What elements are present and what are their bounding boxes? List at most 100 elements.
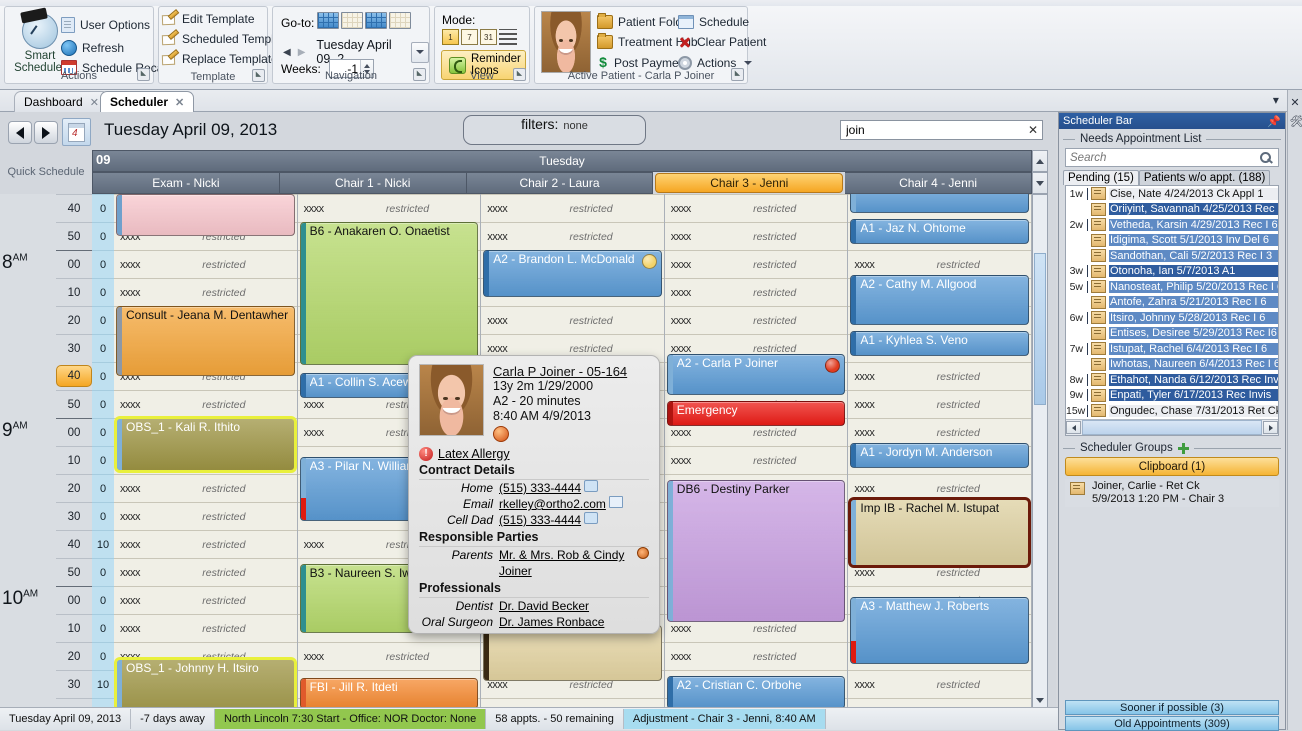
empty-slot[interactable]: xxxx restricted [114, 530, 297, 558]
list-horizontal-scrollbar[interactable] [1066, 419, 1278, 435]
column-header-1[interactable]: Chair 1 - Nicki [279, 172, 467, 194]
clipboard-item[interactable]: Joiner, Carlie - Ret Ck 5/9/2013 1:20 PM … [1065, 479, 1279, 507]
list-item[interactable]: Idigima, Scott 5/1/2013 Inv Del 6 [1066, 233, 1278, 249]
list-item[interactable]: Oriiyint, Savannah 4/25/2013 Rec I 3 [1066, 202, 1278, 218]
empty-slot[interactable]: xxxx restricted [664, 642, 848, 670]
scroll-right-button[interactable] [1263, 421, 1278, 434]
empty-slot[interactable]: xxxx restricted [848, 390, 1031, 418]
contact-0-value[interactable]: (515) 333-4444 [499, 480, 581, 496]
column-header-0[interactable]: Exam - Nicki [92, 172, 280, 194]
family-icon[interactable] [636, 547, 649, 559]
dock-tools-icon[interactable]: 🛠 [1290, 115, 1302, 128]
refresh-button[interactable]: Refresh [61, 40, 124, 56]
empty-slot[interactable]: xxxx restricted [664, 222, 848, 250]
mail-icon[interactable] [608, 496, 623, 508]
column-header-4[interactable]: Chair 4 - Jenni [845, 172, 1032, 194]
list-item[interactable]: 2w Vetheda, Karsin 4/29/2013 Rec I 6 [1066, 217, 1278, 233]
list-item[interactable]: 9w Enpati, Tyler 6/17/2013 Rec Invis [1066, 388, 1278, 404]
appointment-reminder-icon[interactable] [825, 357, 841, 373]
empty-slot[interactable]: xxxx restricted [848, 670, 1031, 698]
appointment-block[interactable]: Imp IB - Rachel M. Istupat [850, 499, 1029, 567]
appointment-reminder-icon[interactable] [641, 254, 657, 269]
appointment-block[interactable]: A2 - Cathy M. Allgood [850, 275, 1029, 326]
column-header-2[interactable]: Chair 2 - Laura [466, 172, 654, 194]
appointment-block[interactable]: OBS_1 - Johnny H. Itsiro [116, 658, 295, 708]
tab-dashboard[interactable]: Dashboard ✕ [14, 91, 109, 112]
appointment-block[interactable]: A2 - Cristian C. Orbohe [666, 675, 846, 708]
empty-slot[interactable]: xxxx restricted [297, 642, 481, 670]
grid-scrollbar-thumb[interactable] [1034, 253, 1046, 405]
add-group-icon[interactable] [1177, 442, 1189, 454]
needs-appointment-list[interactable]: 1w Cise, Nate 4/24/2013 Ck Appl 1 Oriiyint… [1065, 185, 1279, 436]
popup-alert-row[interactable]: ! Latex Allergy [419, 447, 649, 461]
empty-slot[interactable]: xxxx restricted [848, 250, 1031, 278]
list-item[interactable]: 5w Nanosteat, Philip 5/20/2013 Rec I 6 [1066, 279, 1278, 295]
empty-slot[interactable]: xxxx restricted [114, 614, 297, 642]
subtab-1[interactable]: Patients w/o appt. (188) [1138, 170, 1271, 185]
time-slot-50[interactable]: 50 [56, 558, 92, 586]
empty-slot[interactable]: xxxx restricted [297, 194, 481, 222]
sidebar-search[interactable] [1065, 148, 1279, 167]
clear-search-icon[interactable]: ✕ [1024, 123, 1042, 137]
goto-view-list-icon[interactable] [389, 12, 411, 29]
time-slot-30[interactable]: 30 [56, 334, 92, 362]
time-slot-40[interactable]: 40 [56, 365, 92, 387]
time-slot-10[interactable]: 10 [56, 614, 92, 642]
tab-dashboard-close-icon[interactable]: ✕ [90, 96, 99, 109]
list-item[interactable]: 6w Itsiro, Johnny 5/28/2013 Rec I 6 [1066, 310, 1278, 326]
empty-slot[interactable]: xxxx restricted [848, 362, 1031, 390]
time-slot-20[interactable]: 20 [56, 642, 92, 670]
time-slot-50[interactable]: 50 [56, 390, 92, 418]
time-slot-40[interactable]: 40 [56, 530, 92, 558]
appointment-block[interactable]: FBI - Jill R. Itdeti [299, 678, 479, 708]
appointment-block[interactable]: OBS_1 - Kali R. Ithito [116, 418, 295, 471]
empty-slot[interactable]: xxxx restricted [114, 502, 297, 530]
time-slot-10[interactable]: 10 [56, 446, 92, 474]
list-item[interactable]: 1w Cise, Nate 4/24/2013 Ck Appl 1 [1066, 186, 1278, 202]
tab-list-dropdown-icon[interactable]: ▾ [1273, 93, 1279, 107]
phone-icon[interactable] [584, 512, 599, 524]
prev-day-button[interactable] [8, 121, 32, 144]
appointment-column-0[interactable]: xxxx restricted xxxx restricted xxxx restrict… [114, 194, 298, 708]
mode-day-icon[interactable]: 1 [442, 29, 459, 45]
professional-0-value[interactable]: Dr. David Becker [499, 598, 589, 614]
time-slot-30[interactable]: 30 [56, 670, 92, 698]
tab-scheduler[interactable]: Scheduler ✕ [100, 91, 195, 112]
empty-slot[interactable]: xxxx restricted [114, 558, 297, 586]
empty-slot[interactable]: xxxx restricted [848, 474, 1031, 502]
grid-scroll-down-button[interactable] [1032, 172, 1048, 194]
time-slot-00[interactable]: 00 [56, 250, 92, 278]
patient-search[interactable]: ✕ [840, 120, 1043, 140]
search-input[interactable] [841, 122, 1024, 138]
post-payment-button[interactable]: $ Post Payment [597, 55, 689, 70]
mode-week-icon[interactable]: 7 [461, 29, 478, 45]
view-dialog-launcher[interactable]: ◣ [513, 68, 526, 81]
list-item[interactable]: 3w Otonoha, Ian 5/7/2013 A1 [1066, 264, 1278, 280]
appointment-block[interactable]: A2 - Brandon L. McDonald [483, 250, 662, 298]
clear-patient-button[interactable]: Clear Patient [678, 35, 766, 49]
empty-slot[interactable]: xxxx restricted [848, 418, 1031, 446]
list-item[interactable]: Antofe, Zahra 5/21/2013 Rec I 6 [1066, 295, 1278, 311]
appointment-block[interactable] [850, 194, 1029, 214]
appointment-block[interactable]: A1 - Jordyn M. Anderson [850, 443, 1029, 469]
appointment-block[interactable]: A2 - Carla P Joiner [666, 353, 846, 396]
popup-patient-name[interactable]: Carla P Joiner - 05-164 [493, 364, 627, 379]
goto-view-month-icon[interactable] [365, 12, 387, 29]
schedule-button[interactable]: Schedule [678, 15, 749, 29]
time-slot-40[interactable]: 40 [56, 194, 92, 222]
active-patient-dialog-launcher[interactable]: ◣ [731, 68, 744, 81]
contact-1-value[interactable]: rkelley@ortho2.com [499, 496, 606, 512]
appointment-block[interactable]: A1 - Kyhlea S. Veno [850, 331, 1029, 357]
appointment-block[interactable]: Emergency [666, 401, 846, 427]
contact-2-value[interactable]: (515) 333-4444 [499, 512, 581, 528]
empty-slot[interactable]: xxxx restricted [114, 586, 297, 614]
empty-slot[interactable]: xxxx restricted [664, 278, 848, 306]
empty-slot[interactable]: xxxx restricted [114, 278, 297, 306]
empty-slot[interactable]: xxxx restricted [664, 446, 848, 474]
time-slot-00[interactable]: 00 [56, 418, 92, 446]
empty-slot[interactable]: xxxx restricted [114, 474, 297, 502]
time-slot-50[interactable]: 50 [56, 222, 92, 250]
empty-slot[interactable]: xxxx restricted [481, 194, 664, 222]
empty-slot[interactable]: xxxx restricted [664, 194, 848, 222]
dock-close-icon[interactable]: ✕ [1290, 96, 1301, 109]
